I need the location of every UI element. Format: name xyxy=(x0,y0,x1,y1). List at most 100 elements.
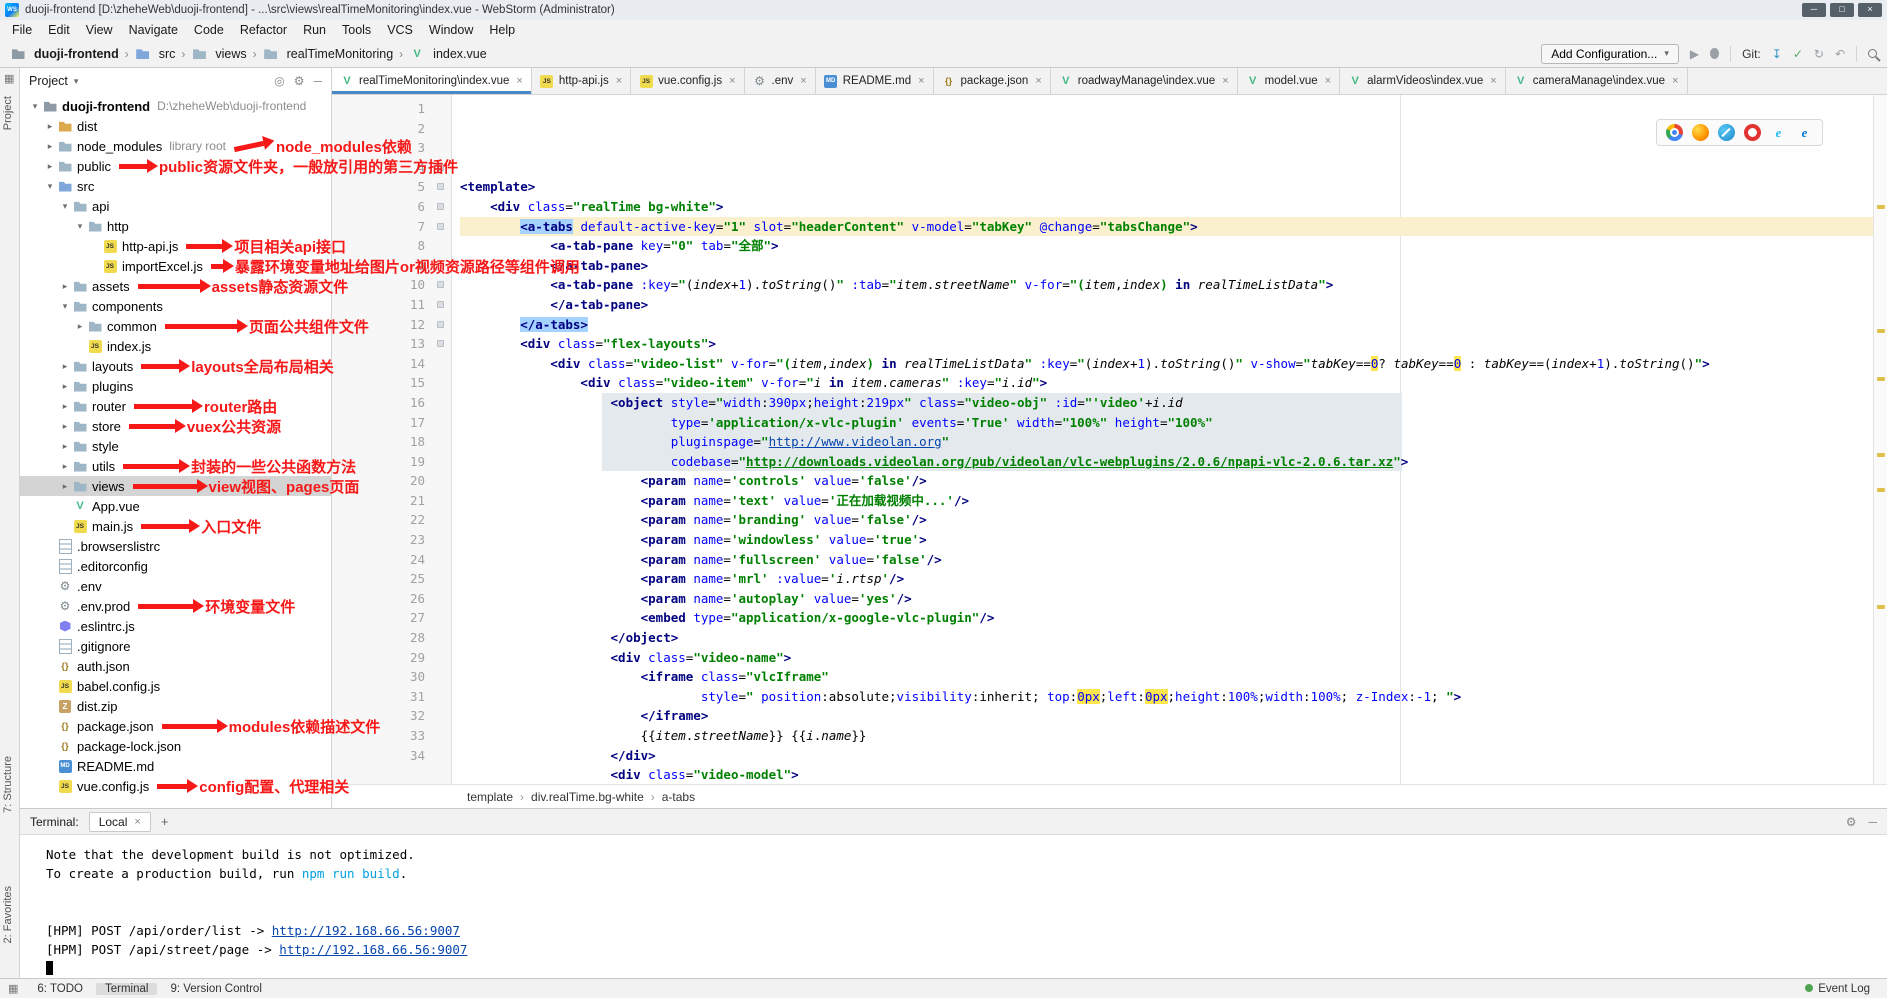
tree-item-env-prod[interactable]: .env.prod环境变量文件 xyxy=(20,596,331,616)
menu-vcs[interactable]: VCS xyxy=(379,23,421,37)
locate-file-icon[interactable]: ◎ xyxy=(274,74,284,88)
git-history-icon[interactable]: ↻ xyxy=(1814,48,1824,60)
code-line[interactable]: <div class="realTime bg-white"> xyxy=(460,197,1887,217)
tree-item-editorconfig[interactable]: .editorconfig xyxy=(20,556,331,576)
menu-file[interactable]: File xyxy=(4,23,40,37)
menu-window[interactable]: Window xyxy=(421,23,481,37)
chevron-down-icon[interactable]: ▾ xyxy=(74,76,79,87)
tree-item-node-modules[interactable]: ▸node_moduleslibrary rootnode_modules依赖 xyxy=(20,136,331,156)
git-update-icon[interactable]: ↧ xyxy=(1772,48,1782,60)
editor-tab-env[interactable]: .env× xyxy=(745,68,816,94)
menu-view[interactable]: View xyxy=(78,23,121,37)
status-item-event-log[interactable]: Event Log xyxy=(1796,983,1879,995)
code-line[interactable]: </div> xyxy=(460,746,1887,766)
code-line[interactable]: style=" position:absolute;visibility:inh… xyxy=(460,687,1887,707)
editor-tab-package-json[interactable]: package.json× xyxy=(934,68,1051,94)
line-number[interactable]: 17 xyxy=(332,413,451,433)
tool-button-favorites[interactable]: 2: Favorites xyxy=(2,886,14,943)
chrome-icon[interactable] xyxy=(1666,124,1683,141)
tree-item-env[interactable]: .env xyxy=(20,576,331,596)
close-tab-icon[interactable]: × xyxy=(729,75,735,87)
fold-marker[interactable] xyxy=(437,301,444,308)
code-line[interactable]: <embed type="application/x-google-vlc-pl… xyxy=(460,608,1887,628)
code-line[interactable]: <a-tab-pane key="0" tab="全部"> xyxy=(460,236,1887,256)
menu-code[interactable]: Code xyxy=(186,23,232,37)
close-tab-icon[interactable]: × xyxy=(800,75,806,87)
breadcrumb-item-src[interactable]: src xyxy=(135,46,176,62)
tree-item-layouts[interactable]: ▸layoutslayouts全局布局相关 xyxy=(20,356,331,376)
maximize-icon[interactable]: □ xyxy=(1830,3,1854,17)
line-number[interactable]: 13 xyxy=(332,334,451,354)
add-configuration-button[interactable]: Add Configuration... ▾ xyxy=(1541,44,1679,64)
fold-marker[interactable] xyxy=(437,281,444,288)
tree-item-api[interactable]: ▾api xyxy=(20,196,331,216)
code-line[interactable]: <a-tab-pane :key="(index+1).toString()" … xyxy=(460,275,1887,295)
code-line[interactable]: </object> xyxy=(460,628,1887,648)
edge-icon[interactable] xyxy=(1796,124,1813,141)
editor-tab-http-api-js[interactable]: http-api.js× xyxy=(532,68,631,94)
code-line[interactable]: <param name='fullscreen' value='false'/> xyxy=(460,550,1887,570)
line-number[interactable]: 28 xyxy=(332,628,451,648)
line-number[interactable]: 7 xyxy=(332,217,451,237)
line-number[interactable]: 22 xyxy=(332,510,451,530)
code-line[interactable]: <div class="flex-layouts"> xyxy=(460,334,1887,354)
line-number[interactable]: 29 xyxy=(332,648,451,668)
new-terminal-session-button[interactable]: + xyxy=(161,814,169,829)
tree-item-public[interactable]: ▸publicpublic资源文件夹，一般放引用的第三方插件 xyxy=(20,156,331,176)
tree-item-index-js[interactable]: index.js xyxy=(20,336,331,356)
warning-mark[interactable] xyxy=(1877,205,1885,209)
code-line[interactable]: <param name='windowless' value='true'> xyxy=(460,530,1887,550)
firefox-icon[interactable] xyxy=(1692,124,1709,141)
warning-mark[interactable] xyxy=(1877,377,1885,381)
code-line[interactable]: <param name='text' value='正在加载视频中...'/> xyxy=(460,491,1887,511)
tree-item-vue-config-js[interactable]: vue.config.jsconfig配置、代理相关 xyxy=(20,776,331,796)
tree-item-http-api-js[interactable]: http-api.js项目相关api接口 xyxy=(20,236,331,256)
line-number[interactable]: 27 xyxy=(332,608,451,628)
line-number[interactable]: 30 xyxy=(332,667,451,687)
tree-item-utils[interactable]: ▸utils封装的一些公共函数方法 xyxy=(20,456,331,476)
search-icon[interactable] xyxy=(1868,49,1877,58)
tree-item-eslintrc-js[interactable]: .eslintrc.js xyxy=(20,616,331,636)
breadcrumb-item-div-realtime-bg-white[interactable]: div.realTime.bg-white xyxy=(531,790,644,804)
editor-tab-readme-md[interactable]: README.md× xyxy=(816,68,934,94)
code-line[interactable]: <param name='mrl' :value='i.rtsp'/> xyxy=(460,569,1887,589)
tool-button-structure[interactable]: 7: Structure xyxy=(2,756,14,813)
close-icon[interactable]: × xyxy=(134,816,140,828)
warning-mark[interactable] xyxy=(1877,329,1885,333)
close-tab-icon[interactable]: × xyxy=(918,75,924,87)
tree-item-src[interactable]: ▾src xyxy=(20,176,331,196)
tree-item-assets[interactable]: ▸assetsassets静态资源文件 xyxy=(20,276,331,296)
editor-tab-realtimemonitoring-index-vue[interactable]: realTimeMonitoring\index.vue× xyxy=(332,68,532,94)
code-line[interactable]: <iframe class="vlcIframe" xyxy=(460,667,1887,687)
warning-mark[interactable] xyxy=(1877,453,1885,457)
tree-item-auth-json[interactable]: auth.json xyxy=(20,656,331,676)
tree-item-dist[interactable]: ▸dist xyxy=(20,116,331,136)
tree-item-app-vue[interactable]: App.vue xyxy=(20,496,331,516)
tree-item-importexcel-js[interactable]: importExcel.js暴露环境变量地址给图片or视频资源路径等组件调用 xyxy=(20,256,331,276)
fold-marker[interactable] xyxy=(437,321,444,328)
editor-tab-vue-config-js[interactable]: vue.config.js× xyxy=(631,68,744,94)
terminal-link[interactable]: http://192.168.66.56:9007 xyxy=(272,923,460,938)
line-number[interactable]: 26 xyxy=(332,589,451,609)
tree-item-browserslistrc[interactable]: .browserslistrc xyxy=(20,536,331,556)
minimize-panel-icon[interactable]: ─ xyxy=(1868,815,1877,829)
git-commit-icon[interactable]: ✓ xyxy=(1793,48,1803,60)
breadcrumb-item-duoji-frontend[interactable]: duoji-frontend xyxy=(10,46,119,62)
tree-item-gitignore[interactable]: .gitignore xyxy=(20,636,331,656)
minimize-icon[interactable]: ─ xyxy=(1802,3,1826,17)
line-number[interactable]: 11 xyxy=(332,295,451,315)
menu-run[interactable]: Run xyxy=(295,23,334,37)
menu-edit[interactable]: Edit xyxy=(40,23,78,37)
tree-item-readme-md[interactable]: README.md xyxy=(20,756,331,776)
terminal-tab-local[interactable]: Local × xyxy=(89,812,151,832)
error-stripe[interactable] xyxy=(1873,95,1887,784)
gear-icon[interactable]: ⚙ xyxy=(294,74,305,88)
line-number[interactable]: 18 xyxy=(332,432,451,452)
ie-icon[interactable] xyxy=(1770,124,1787,141)
code-line[interactable]: </iframe> xyxy=(460,706,1887,726)
menu-navigate[interactable]: Navigate xyxy=(121,23,186,37)
close-tab-icon[interactable]: × xyxy=(1672,75,1678,87)
close-tab-icon[interactable]: × xyxy=(1325,75,1331,87)
breadcrumb-item-index-vue[interactable]: index.vue xyxy=(409,46,487,62)
editor-tab-cameramanage-index-vue[interactable]: cameraManage\index.vue× xyxy=(1506,68,1688,94)
